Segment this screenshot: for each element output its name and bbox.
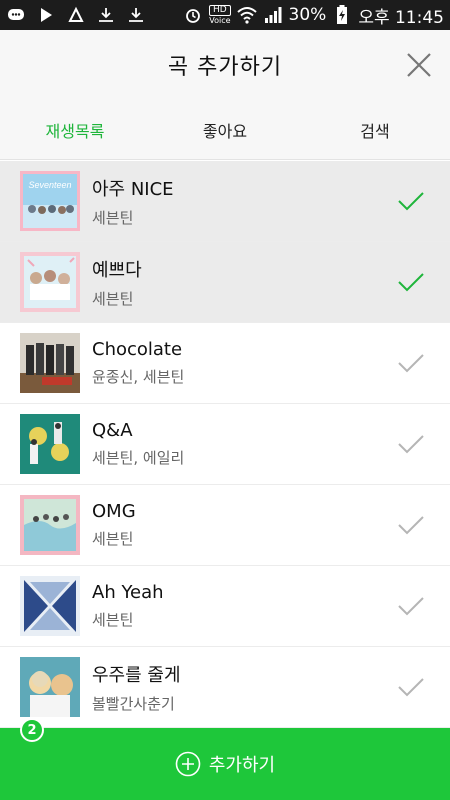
tab-playlist[interactable]: 재생목록: [0, 100, 150, 159]
tab-likes[interactable]: 좋아요: [150, 100, 300, 159]
song-artist: 세븐틴, 에일리: [92, 449, 185, 467]
song-info: 예쁘다 세븐틴: [92, 256, 396, 309]
song-title: Q&A: [92, 420, 133, 441]
wifi-icon: [236, 6, 257, 24]
status-notifications: [6, 6, 183, 24]
tab-search[interactable]: 검색: [300, 100, 450, 159]
song-row[interactable]: Chocolate 윤종신, 세븐틴: [0, 323, 450, 404]
download-icon: [96, 6, 116, 24]
song-info: OMG 세븐틴: [92, 501, 396, 549]
song-title: 아주 NICE: [92, 178, 174, 200]
song-info: 아주 NICE 세븐틴: [92, 175, 396, 228]
song-artist: 세븐틴: [92, 611, 134, 629]
song-title: 우주를 줄게: [92, 664, 181, 686]
song-row[interactable]: Ah Yeah 세븐틴: [0, 566, 450, 647]
album-art: [20, 333, 80, 393]
battery-percent: 30%: [288, 5, 327, 25]
status-bar: HD Voice 30% 오후 11:45: [0, 0, 450, 30]
song-info: Ah Yeah 세븐틴: [92, 582, 396, 630]
song-artist: 세븐틴: [92, 530, 134, 548]
tab-bar: 재생목록 좋아요 검색: [0, 100, 450, 160]
check-icon[interactable]: [396, 672, 426, 702]
selected-count-badge: 2: [20, 718, 44, 742]
download-icon-2: [126, 6, 146, 24]
song-title: Ah Yeah: [92, 582, 164, 603]
hd-label: HD: [209, 5, 231, 16]
check-icon[interactable]: [396, 186, 426, 216]
song-info: 우주를 줄게 볼빨간사춘기: [92, 661, 396, 714]
close-icon: [407, 53, 431, 77]
song-row[interactable]: Seventeen 아주 NICE 세븐틴: [0, 161, 450, 242]
song-list: Seventeen 아주 NICE 세븐틴 예쁘다 세븐틴 Chocolate …: [0, 161, 450, 728]
album-art: [20, 414, 80, 474]
song-artist: 윤종신, 세븐틴: [92, 368, 185, 386]
song-title: Chocolate: [92, 339, 183, 360]
album-art: [20, 252, 80, 312]
hd-voice-icon: HD Voice: [209, 5, 231, 25]
app-notification-icon: [66, 6, 86, 24]
song-title: 예쁘다: [92, 259, 142, 281]
check-icon[interactable]: [396, 429, 426, 459]
album-art: [20, 576, 80, 636]
check-icon[interactable]: [396, 348, 426, 378]
voice-label: Voice: [209, 16, 231, 25]
battery-charging-icon: [332, 5, 352, 24]
signal-icon: [263, 6, 283, 24]
song-info: Q&A 세븐틴, 에일리: [92, 420, 396, 468]
add-button-label: 추가하기: [208, 755, 276, 776]
album-art: Seventeen: [20, 171, 80, 231]
song-row[interactable]: OMG 세븐틴: [0, 485, 450, 566]
plus-circle-icon: [175, 751, 201, 777]
alarm-icon: [183, 6, 203, 24]
check-icon[interactable]: [396, 591, 426, 621]
song-artist: 볼빨간사춘기: [92, 694, 175, 713]
song-artist: 세븐틴: [92, 289, 134, 308]
song-title: OMG: [92, 501, 136, 522]
song-artist: 세븐틴: [92, 208, 134, 227]
song-row[interactable]: Q&A 세븐틴, 에일리: [0, 404, 450, 485]
song-info: Chocolate 윤종신, 세븐틴: [92, 339, 396, 387]
page-title: 곡 추가하기: [167, 55, 283, 80]
song-row[interactable]: 예쁘다 세븐틴: [0, 242, 450, 323]
play-icon: [36, 6, 56, 24]
message-icon: [6, 6, 26, 24]
status-system: HD Voice 30% 오후 11:45: [183, 3, 444, 28]
add-button[interactable]: 추가하기: [0, 728, 450, 800]
song-row[interactable]: 우주를 줄게 볼빨간사춘기: [0, 647, 450, 728]
close-button[interactable]: [404, 50, 434, 80]
check-icon[interactable]: [396, 510, 426, 540]
album-art-text: Seventeen: [28, 180, 71, 190]
header: 곡 추가하기: [0, 30, 450, 100]
check-icon[interactable]: [396, 267, 426, 297]
clock: 오후 11:45: [358, 7, 444, 28]
album-art: [20, 657, 80, 717]
album-art: [20, 495, 80, 555]
